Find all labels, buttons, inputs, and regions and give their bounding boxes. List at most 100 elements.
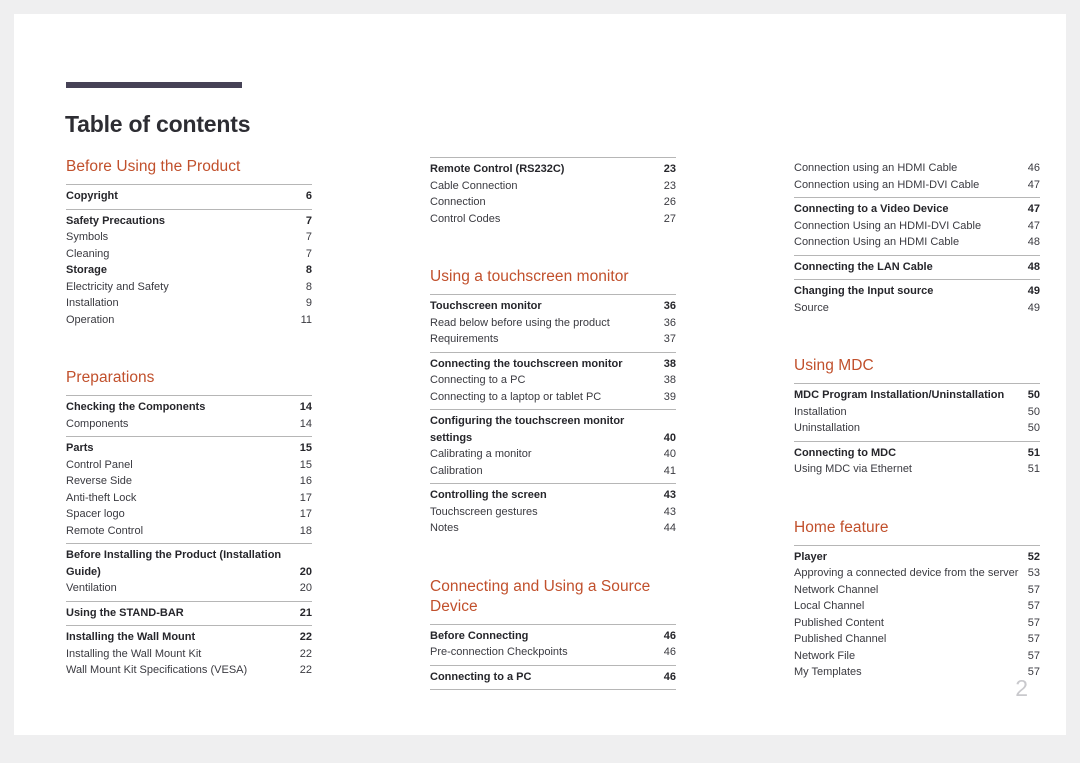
toc-entry-page: 46 — [663, 670, 676, 683]
toc-entry[interactable]: Checking the Components 14 — [66, 399, 312, 416]
toc-group: Remote Control (RS232C) 23 Cable Connectio… — [430, 157, 676, 231]
toc-entry[interactable]: Using the STAND-BAR 21 — [66, 605, 312, 622]
toc-entry[interactable]: Remote Control (RS232C) 23 — [430, 161, 676, 178]
toc-entry-page: 48 — [1027, 260, 1040, 273]
toc-entry-page: 8 — [305, 264, 312, 276]
page-title: Table of contents — [65, 111, 251, 138]
toc-entry-page: 15 — [299, 442, 312, 454]
toc-entry[interactable]: Connection 26 — [430, 194, 676, 211]
toc-entry-label: Before Connecting — [430, 629, 529, 642]
toc-entry[interactable]: Touchscreen gestures 43 — [430, 504, 676, 521]
toc-entry-page: 47 — [1027, 219, 1040, 232]
toc-entry[interactable]: Before Connecting 46 — [430, 628, 676, 645]
toc-entry-label: Network Channel — [794, 583, 879, 596]
toc-entry-label: Changing the Input source — [794, 285, 934, 297]
toc-entry[interactable]: Spacer logo 17 — [66, 506, 312, 523]
toc-entry-label: Symbols — [66, 231, 109, 243]
toc-entry-label: Installation — [794, 405, 847, 418]
toc-entry-label: My Templates — [794, 666, 862, 678]
toc-entry-page: 11 — [300, 313, 312, 326]
toc-entry[interactable]: Connecting to MDC 51 — [794, 445, 1040, 462]
toc-entry[interactable]: Connecting to a PC 46 — [430, 669, 676, 686]
toc-entry[interactable]: Control Codes 27 — [430, 211, 676, 228]
toc-entry[interactable]: Parts 15 — [66, 440, 312, 457]
toc-entry-page: 46 — [663, 646, 676, 658]
toc-entry[interactable]: Player 52 — [794, 549, 1040, 566]
toc-entry[interactable]: Connecting to a laptop or tablet PC 39 — [430, 389, 676, 406]
toc-entry[interactable]: Installation 9 — [66, 295, 312, 312]
toc-entry[interactable]: MDC Program Installation/Uninstallation 5… — [794, 387, 1040, 404]
toc-entry[interactable]: Remote Control 18 — [66, 523, 312, 540]
toc-entry[interactable]: Connecting to a PC 38 — [430, 372, 676, 389]
toc-entry-label: Source — [794, 301, 829, 314]
toc-entry[interactable]: My Templates 57 — [794, 664, 1040, 681]
toc-entry[interactable]: Touchscreen monitor 36 — [430, 298, 676, 315]
toc-entry-page: 57 — [1027, 600, 1040, 612]
toc-entry[interactable]: Installing the Wall Mount Kit 22 — [66, 646, 312, 663]
toc-entry[interactable]: Connecting to a Video Device 47 — [794, 201, 1040, 218]
toc-entry[interactable]: Cable Connection 23 — [430, 178, 676, 195]
toc-entry[interactable]: Connection using an HDMI Cable 46 — [794, 160, 1040, 177]
toc-entry[interactable]: Changing the Input source 49 — [794, 283, 1040, 300]
toc-entry[interactable]: Reverse Side 16 — [66, 473, 312, 490]
toc-entry-label: Ventilation — [66, 582, 117, 594]
toc-entry[interactable]: Calibration 41 — [430, 463, 676, 480]
toc-entry-page: 53 — [1027, 567, 1040, 579]
toc-entry-page: 37 — [663, 333, 676, 345]
toc-entry[interactable]: Components 14 — [66, 416, 312, 433]
toc-entry[interactable]: Configuring the touchscreen monitor sett… — [430, 413, 676, 446]
toc-entry[interactable]: Notes 44 — [430, 520, 676, 537]
toc-entry-page: 21 — [299, 606, 312, 619]
toc-entry[interactable]: Published Content 57 — [794, 615, 1040, 632]
toc-entry[interactable]: Installing the Wall Mount 22 — [66, 629, 312, 646]
toc-entry[interactable]: Storage 8 — [66, 262, 312, 279]
toc-entry[interactable]: Ventilation 20 — [66, 580, 312, 597]
toc-entry[interactable]: Installation 50 — [794, 404, 1040, 421]
toc-entry[interactable]: Published Channel 57 — [794, 631, 1040, 648]
toc-entry[interactable]: Using MDC via Ethernet 51 — [794, 461, 1040, 478]
toc-entry[interactable]: Connection using an HDMI-DVI Cable 47 — [794, 177, 1040, 194]
toc-entry[interactable]: Approving a connected device from the se… — [794, 565, 1040, 582]
toc-entry-page: 40 — [663, 431, 676, 444]
toc-entry[interactable]: Read below before using the product 36 — [430, 315, 676, 332]
toc-entry[interactable]: Requirements 37 — [430, 331, 676, 348]
toc-entry[interactable]: Connecting the LAN Cable 48 — [794, 259, 1040, 276]
toc-entry-label: Approving a connected device from the se… — [794, 567, 1019, 579]
toc-entry[interactable]: Connecting the touchscreen monitor 38 — [430, 356, 676, 373]
toc-entry[interactable]: Source 49 — [794, 300, 1040, 317]
toc-entry-page: 14 — [299, 401, 312, 413]
toc-entry-page: 7 — [305, 214, 312, 227]
toc-entry[interactable]: Calibrating a monitor 40 — [430, 446, 676, 463]
toc-entry-label: Touchscreen gestures — [430, 505, 538, 518]
toc-entry[interactable]: Symbols 7 — [66, 229, 312, 246]
toc-entry-label: Configuring the touchscreen monitor sett… — [430, 415, 625, 444]
toc-entry-page: 38 — [663, 374, 676, 386]
toc-entry[interactable]: Safety Precautions 7 — [66, 213, 312, 230]
toc-group: Changing the Input source 49 Source 49 — [794, 279, 1040, 320]
toc-entry-label: Pre-connection Checkpoints — [430, 646, 568, 658]
toc-entry[interactable]: Network Channel 57 — [794, 582, 1040, 599]
toc-entry[interactable]: Pre-connection Checkpoints 46 — [430, 644, 676, 661]
toc-entry[interactable]: Anti-theft Lock 17 — [66, 490, 312, 507]
toc-entry-label: Installing the Wall Mount Kit — [66, 647, 202, 660]
toc-entry[interactable]: Connection Using an HDMI-DVI Cable 47 — [794, 218, 1040, 235]
toc-entry[interactable]: Local Channel 57 — [794, 598, 1040, 615]
toc-entry[interactable]: Control Panel 15 — [66, 457, 312, 474]
toc-entry[interactable]: Copyright 6 — [66, 188, 312, 205]
toc-entry-label: Connecting the LAN Cable — [794, 260, 933, 273]
toc-entry[interactable]: Cleaning 7 — [66, 246, 312, 263]
toc-entry-page: 18 — [299, 524, 312, 537]
toc-entry[interactable]: Operation 11 — [66, 312, 312, 329]
toc-entry[interactable]: Before Installing the Product (Installat… — [66, 547, 312, 580]
toc-entry[interactable]: Network File 57 — [794, 648, 1040, 665]
toc-entry[interactable]: Electricity and Safety 8 — [66, 279, 312, 296]
toc-entry[interactable]: Connection Using an HDMI Cable 48 — [794, 234, 1040, 251]
toc-entry-page: 52 — [1027, 550, 1040, 563]
toc-entry[interactable]: Wall Mount Kit Specifications (VESA) 22 — [66, 662, 312, 679]
toc-entry-page: 43 — [663, 505, 676, 518]
toc-entry-label: Using MDC via Ethernet — [794, 463, 912, 475]
toc-entry-page: 9 — [305, 297, 312, 309]
toc-entry-label: Connecting to MDC — [794, 446, 897, 459]
toc-entry[interactable]: Controlling the screen 43 — [430, 487, 676, 504]
toc-entry[interactable]: Uninstallation 50 — [794, 420, 1040, 437]
